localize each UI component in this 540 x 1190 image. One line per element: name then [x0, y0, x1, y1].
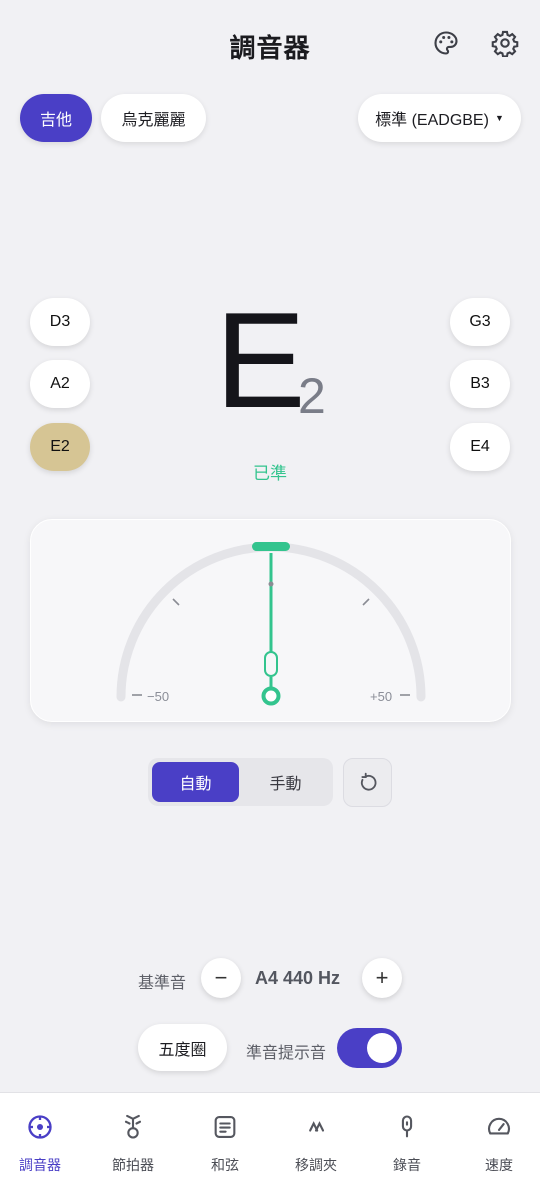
- nav-chords[interactable]: 和弦: [180, 1093, 270, 1190]
- mode-auto-label: 自動: [179, 774, 212, 793]
- nav-metronome[interactable]: 節拍器: [88, 1093, 178, 1190]
- nav-tuner[interactable]: 調音器: [0, 1093, 85, 1190]
- decrease-reference-button[interactable]: −: [201, 958, 241, 998]
- minus-icon: −: [214, 965, 228, 990]
- cents-value: 0: [264, 651, 278, 677]
- nav-label: 調音器: [19, 1158, 61, 1174]
- bottom-nav: 調音器 節拍器 和弦 移調夾 錄音 速度: [0, 1092, 540, 1190]
- nav-label: 速度: [485, 1158, 513, 1174]
- circle-of-fifths-button[interactable]: 五度圈: [138, 1024, 227, 1071]
- string-button-a2[interactable]: A2: [30, 360, 90, 408]
- metronome-icon: [118, 1112, 148, 1142]
- gear-icon[interactable]: [490, 28, 520, 58]
- toggle-knob: [367, 1033, 397, 1063]
- nav-label: 移調夾: [295, 1158, 337, 1174]
- instrument-ukulele-label: 烏克麗麗: [121, 110, 186, 129]
- nav-speed[interactable]: 速度: [454, 1093, 540, 1190]
- tuner-icon: [25, 1112, 55, 1142]
- palette-icon[interactable]: [431, 28, 461, 58]
- string-label: G3: [469, 313, 491, 330]
- string-label: B3: [470, 375, 490, 392]
- reference-pitch-value: A4 440 Hz: [255, 968, 341, 988]
- instrument-guitar-label: 吉他: [39, 110, 72, 129]
- detected-note-octave: 2: [298, 368, 326, 424]
- tuning-dropdown-label: 標準 (EADGBE): [375, 112, 489, 129]
- nav-recording[interactable]: 錄音: [362, 1093, 452, 1190]
- mode-manual-button[interactable]: 手動: [242, 762, 329, 802]
- string-button-b3[interactable]: B3: [450, 360, 510, 408]
- tuning-dropdown[interactable]: 標準 (EADGBE) ▼: [358, 94, 521, 142]
- reference-tone-label: 準音提示音: [246, 1043, 327, 1062]
- tuning-status: 已準: [253, 464, 287, 484]
- detected-note-letter: E: [215, 284, 306, 436]
- speed-icon: [484, 1112, 514, 1142]
- nav-label: 和弦: [211, 1158, 239, 1174]
- nav-capo[interactable]: 移調夾: [271, 1093, 361, 1190]
- tuning-gauge: −50 +50 0: [30, 519, 511, 722]
- string-label: E2: [50, 438, 70, 455]
- string-button-g3[interactable]: G3: [450, 298, 510, 346]
- instrument-guitar-button[interactable]: 吉他: [20, 94, 92, 142]
- app-header: 調音器: [0, 0, 540, 92]
- capo-icon: [301, 1112, 331, 1142]
- reference-tone-toggle[interactable]: [337, 1028, 402, 1068]
- mode-manual-label: 手動: [269, 774, 302, 793]
- string-label: D3: [49, 313, 71, 330]
- chord-icon: [210, 1112, 240, 1142]
- gauge-min-label: −50: [147, 689, 170, 704]
- circle-of-fifths-label: 五度圈: [158, 1039, 207, 1059]
- string-button-d3[interactable]: D3: [30, 298, 90, 346]
- reset-button[interactable]: [343, 758, 392, 807]
- reset-icon: [360, 772, 376, 790]
- nav-label: 錄音: [393, 1158, 421, 1174]
- string-label: E4: [470, 438, 490, 455]
- plus-icon: +: [375, 965, 389, 990]
- gauge-dial: [116, 542, 426, 706]
- instrument-ukulele-button[interactable]: 烏克麗麗: [101, 94, 206, 142]
- caret-down-icon: ▼: [494, 113, 504, 123]
- gauge-max-label: +50: [370, 689, 393, 704]
- increase-reference-button[interactable]: +: [362, 958, 402, 998]
- reference-pitch-label: 基準音: [138, 973, 187, 992]
- mic-icon: [392, 1112, 422, 1142]
- mode-toggle: 自動 手動: [148, 758, 333, 806]
- string-label: A2: [50, 375, 70, 392]
- nav-label: 節拍器: [112, 1158, 154, 1174]
- mode-auto-button[interactable]: 自動: [152, 762, 239, 802]
